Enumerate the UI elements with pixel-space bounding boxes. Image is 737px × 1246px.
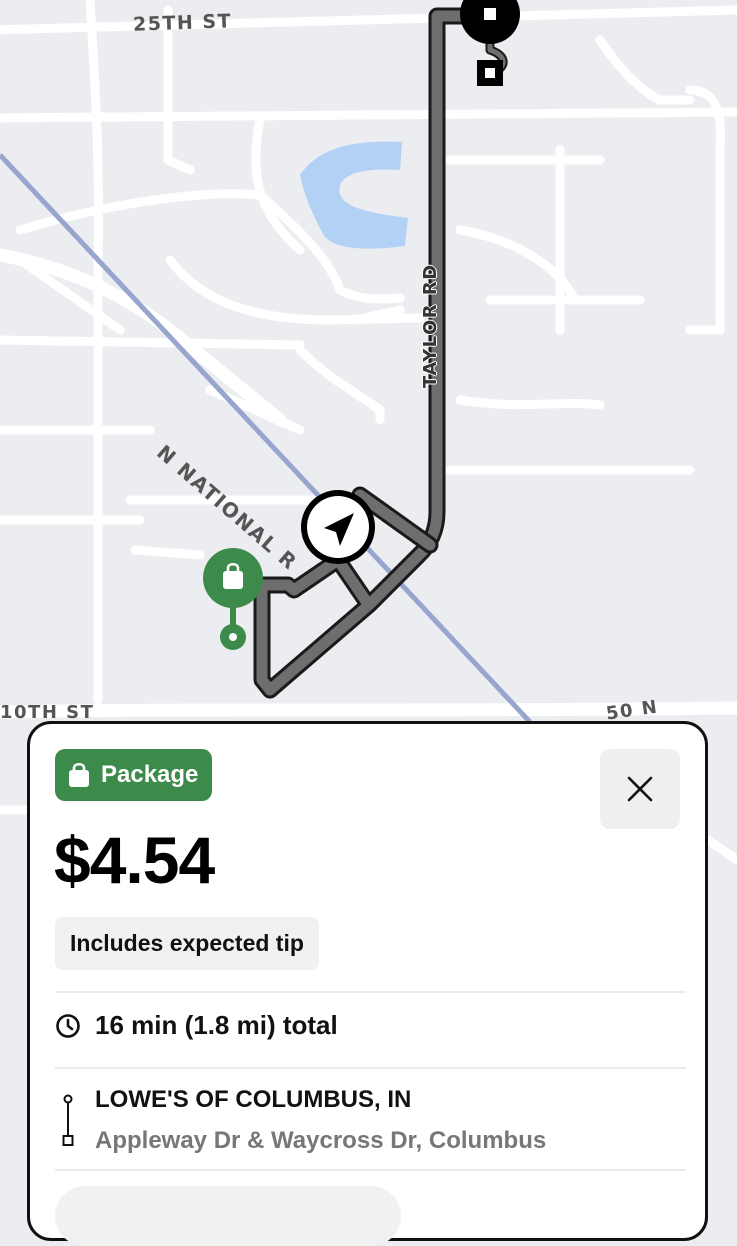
divider (55, 1067, 686, 1069)
bottom-action-chip[interactable] (55, 1186, 401, 1246)
street-label-10th-st: 10TH ST (0, 702, 95, 723)
pickup-store-address: Appleway Dr & Waycross Dr, Columbus (95, 1127, 547, 1154)
divider (55, 991, 686, 993)
street-label-25th-st: 25TH ST (132, 10, 233, 36)
divider (55, 1169, 686, 1171)
tip-note-chip: Includes expected tip (55, 917, 319, 970)
offer-card: Package $4.54 Includes expected tip 16 m… (27, 721, 708, 1246)
package-badge: Package (55, 749, 213, 801)
close-button[interactable] (600, 749, 680, 829)
driver-position-marker (301, 490, 375, 564)
shopping-bag-icon (69, 762, 89, 787)
close-icon[interactable] (627, 776, 653, 802)
badge-label: Package (101, 761, 199, 788)
clock-icon (56, 1013, 80, 1038)
offer-price: $4.54 (54, 823, 215, 897)
trip-summary: 16 min (1.8 mi) total (95, 1010, 338, 1040)
pickup-store-name: LOWE'S OF COLUMBUS, IN (95, 1086, 412, 1113)
trip-summary-row: 16 min (1.8 mi) total (55, 1010, 338, 1041)
route-pin-icon (62, 1094, 74, 1146)
street-label-taylor-rd: TAYLOR RD (420, 263, 441, 388)
